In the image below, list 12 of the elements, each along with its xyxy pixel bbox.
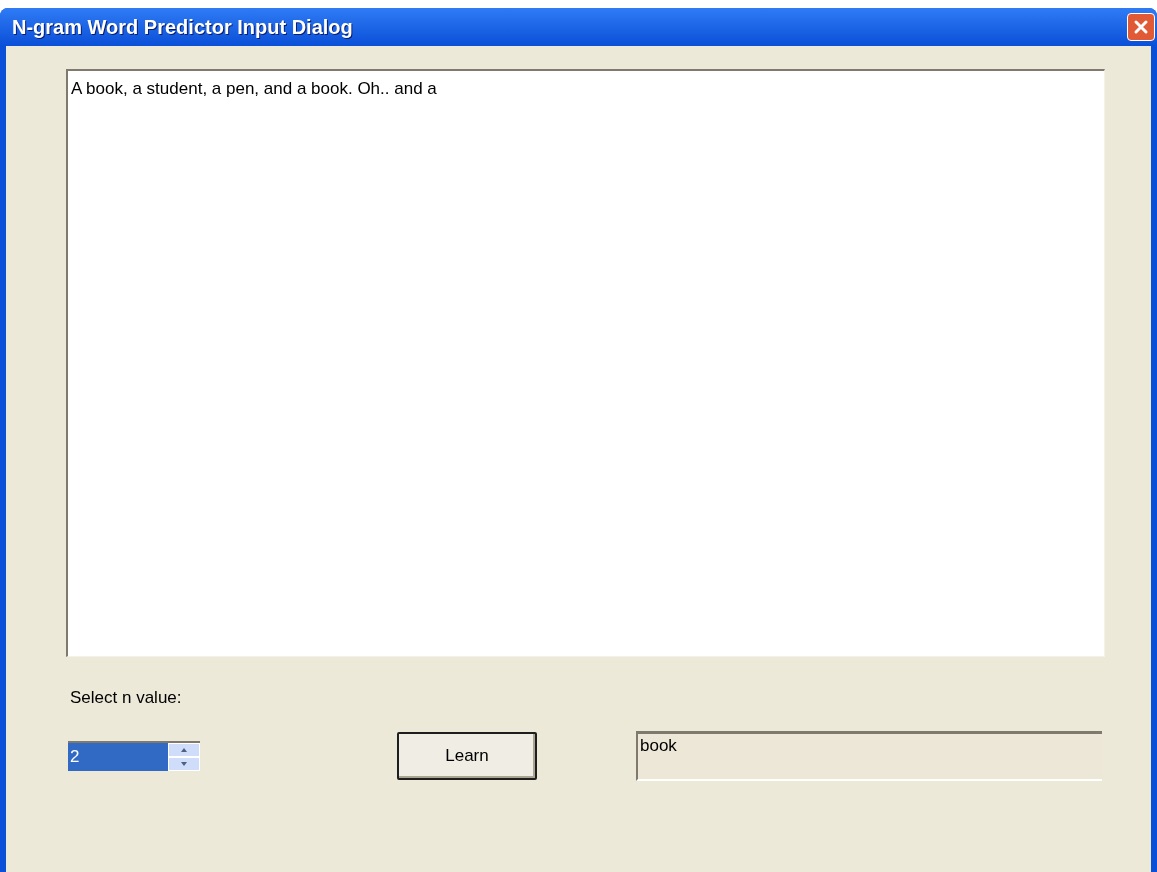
text-area[interactable]: A book, a student, a pen, and a book. Oh.. and a xyxy=(66,69,1105,657)
n-value: 2 xyxy=(68,742,168,771)
up-arrow-icon xyxy=(181,747,187,752)
down-arrow-icon xyxy=(181,761,187,766)
n-value-label: Select n value: xyxy=(70,687,183,709)
n-spinner[interactable]: 2 xyxy=(68,740,200,771)
prediction-field[interactable]: book xyxy=(636,730,1102,781)
close-icon xyxy=(1133,19,1149,35)
window-title: N-gram Word Predictor Input Dialog xyxy=(12,15,353,40)
close-button[interactable] xyxy=(1127,13,1155,41)
learn-button[interactable]: Learn xyxy=(397,731,537,780)
spin-up-button[interactable] xyxy=(168,742,200,757)
